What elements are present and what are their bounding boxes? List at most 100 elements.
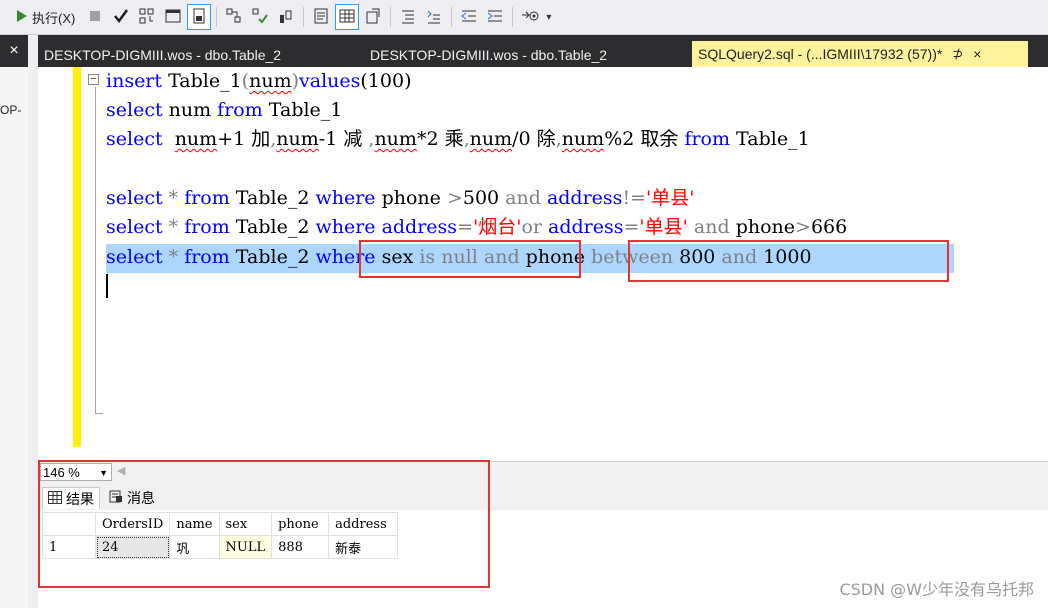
toolbar-separator (451, 7, 453, 27)
code-token: > (446, 187, 463, 209)
chevron-down-icon: ▾ (546, 11, 552, 23)
code-token: from (684, 128, 731, 150)
stop-button[interactable] (83, 4, 107, 30)
play-icon (16, 9, 28, 26)
query-options-button[interactable] (135, 4, 159, 30)
client-stats-button[interactable] (274, 4, 298, 30)
code-token: num (469, 128, 513, 150)
decrease-indent-button[interactable] (457, 4, 481, 30)
code-token: or (521, 216, 542, 238)
stats-icon (277, 7, 295, 28)
results-grid-button[interactable] (335, 4, 360, 30)
code-token: Table_1 (730, 128, 810, 150)
code-token: phone (375, 187, 447, 209)
tab-table-2-second[interactable]: DESKTOP-DIGMIII.wos - dbo.Table_2 (364, 43, 613, 67)
code-token: phone (729, 216, 796, 238)
display-plan-button[interactable] (222, 4, 246, 30)
pin-icon[interactable]: ⊅ (952, 46, 963, 62)
code-token: select (106, 246, 163, 268)
uncomment-button[interactable] (422, 4, 446, 30)
left-panel-close[interactable]: × (0, 35, 28, 67)
tree-icon (138, 7, 156, 28)
execute-button[interactable]: 执行(X) (12, 4, 81, 30)
code-token: '单县' (639, 216, 694, 238)
code-token: %2 取余 (604, 128, 685, 150)
code-line-2[interactable]: select num from Table_1 (106, 96, 342, 125)
code-token: * (162, 216, 185, 238)
comment-button[interactable] (396, 4, 420, 30)
code-token: and (505, 187, 541, 209)
tab-sqlquery2[interactable]: SQLQuery2.sql - (...IGMIII\17932 (57))* … (692, 41, 1028, 67)
code-token: '烟台' (472, 216, 522, 238)
parse-button[interactable] (109, 4, 133, 30)
at-arrow-icon (521, 7, 539, 28)
code-token: num (276, 128, 319, 150)
toolbar-separator (303, 7, 305, 27)
code-token: num (374, 128, 417, 150)
code-token: -1 减 (318, 128, 369, 150)
code-line-1[interactable]: insert Table_1(num)values(100) (106, 67, 411, 96)
collapse-icon[interactable]: − (88, 74, 99, 85)
table-icon (338, 7, 356, 28)
highlight-results (38, 460, 490, 588)
outdent-icon (460, 7, 478, 28)
indent-icon (486, 7, 504, 28)
code-token: Table_2 (229, 216, 316, 238)
text-doc-icon (312, 7, 330, 28)
code-token: * (162, 187, 185, 209)
results-to-grid-button[interactable] (187, 4, 212, 30)
grid-icon (190, 7, 208, 28)
specify-values-button[interactable] (518, 4, 542, 30)
code-token: num (174, 128, 218, 150)
results-text-button[interactable] (309, 4, 333, 30)
code-line-6[interactable]: select * from Table_2 where address='烟台'… (106, 213, 847, 242)
code-token: address (540, 187, 623, 209)
code-token: select (106, 187, 163, 209)
code-token: = (457, 216, 473, 238)
code-token: select (106, 128, 163, 150)
code-token: != (622, 187, 646, 209)
code-token: > (795, 216, 811, 238)
tab-label: DESKTOP-DIGMIII.wos - dbo.Table_2 (44, 47, 282, 63)
code-token: 666 (810, 216, 848, 238)
text-caret (106, 274, 108, 298)
code-line-3[interactable]: select num+1 加,num-1 减 ,num*2 乘,num/0 除,… (106, 125, 810, 154)
code-token: from (217, 99, 263, 121)
increase-indent-button[interactable] (483, 4, 507, 30)
close-icon[interactable]: × (973, 46, 981, 62)
results-file-button[interactable] (361, 4, 385, 30)
code-token: 500 (462, 187, 506, 209)
code-token: (100) (360, 70, 412, 92)
code-token: num (249, 70, 292, 92)
fold-end (95, 413, 103, 414)
include-plan-button[interactable] (248, 4, 272, 30)
tab-label: DESKTOP-DIGMIII.wos - dbo.Table_2 (370, 47, 608, 63)
code-token: from (184, 187, 230, 209)
code-token: address (541, 216, 624, 238)
code-token: from (184, 216, 230, 238)
check-plan-icon (251, 7, 269, 28)
results-to-text-button[interactable] (161, 4, 185, 30)
left-panel-label: OP- (0, 103, 22, 117)
uncomment-icon (425, 7, 443, 28)
code-token: select (106, 99, 163, 121)
code-token: /0 除 (512, 128, 556, 150)
code-line-5[interactable]: select * from Table_2 where phone >500 a… (106, 184, 694, 213)
change-margin (73, 67, 81, 447)
code-token: num (561, 128, 605, 150)
toolbar-overflow-button[interactable]: ▾ (544, 4, 551, 30)
window-icon (164, 7, 182, 28)
fold-line (95, 87, 96, 413)
highlight-where-null (359, 240, 581, 278)
toolbar: 执行(X) ▾ (0, 0, 1048, 35)
code-token: +1 加 (217, 128, 271, 150)
left-gutter (28, 35, 38, 608)
code-token: ) (291, 70, 300, 92)
code-token: select (106, 216, 163, 238)
code-token: * (162, 246, 185, 268)
tab-table-2-first[interactable]: DESKTOP-DIGMIII.wos - dbo.Table_2 (38, 43, 287, 67)
highlight-between (628, 240, 949, 282)
code-token: and (693, 216, 730, 238)
stop-icon (86, 7, 104, 28)
